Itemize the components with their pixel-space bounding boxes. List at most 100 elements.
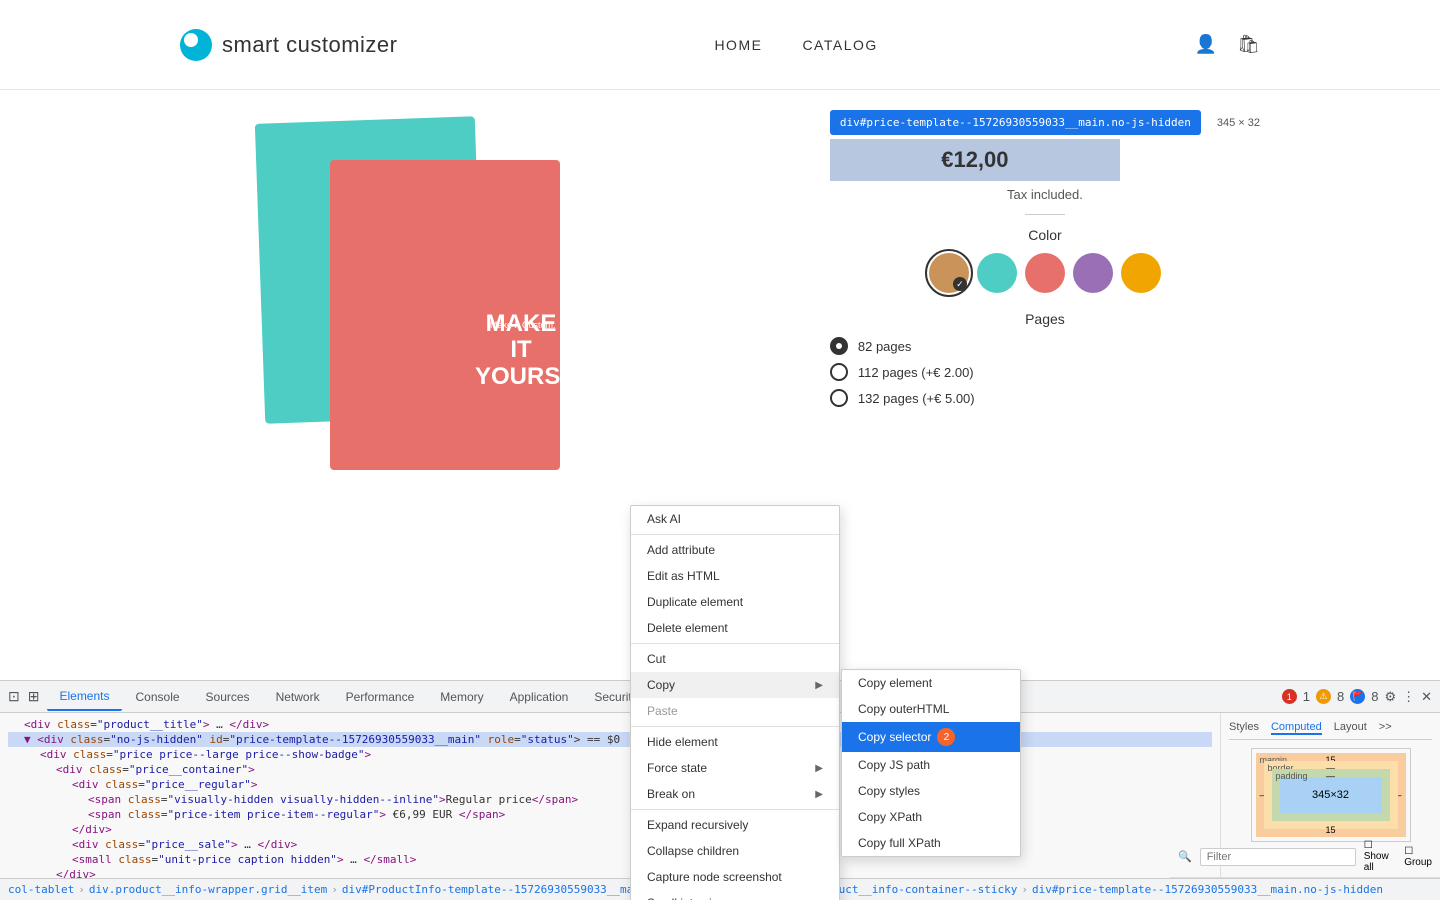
notebook-pink: Make It Custom. MAKE ITYOURS. xyxy=(330,160,560,470)
tab-performance[interactable]: Performance xyxy=(334,684,427,710)
ctx-capture[interactable]: Capture node screenshot xyxy=(631,864,839,890)
ctx-paste: Paste xyxy=(631,698,839,724)
bc-sep-0: › xyxy=(78,883,85,896)
ctx-edit-html[interactable]: Edit as HTML xyxy=(631,563,839,589)
logo[interactable]: smart customizer xyxy=(180,29,397,61)
radio-2[interactable] xyxy=(830,389,848,407)
pages-label: Pages xyxy=(830,311,1260,327)
close-icon[interactable]: ✕ xyxy=(1421,689,1432,705)
bc-3[interactable]: div#price-template--15726930559033__main… xyxy=(1032,883,1383,896)
nav-home[interactable]: HOME xyxy=(714,37,762,53)
copy-selector-badge: 2 xyxy=(937,728,955,746)
product-image-area: Make It Custom. MAKE ITYOURS. xyxy=(200,120,620,520)
sub-copy-outer-html[interactable]: Copy outerHTML xyxy=(842,696,1020,722)
dom-line-8: <div class="price__sale"> … </div> xyxy=(8,837,1212,852)
pages-option-1[interactable]: 112 pages (+€ 2.00) xyxy=(830,363,1260,381)
ctx-duplicate[interactable]: Duplicate element xyxy=(631,589,839,615)
dom-line-7: </div> xyxy=(8,822,1212,837)
error-badge: 1 xyxy=(1282,689,1297,704)
styles-tab[interactable]: Styles xyxy=(1229,721,1259,735)
cart-icon[interactable]: 🛍 xyxy=(1237,34,1260,55)
ctx-scroll[interactable]: Scroll into view xyxy=(631,890,839,900)
ctx-expand[interactable]: Expand recursively xyxy=(631,812,839,838)
sub-copy-js-path[interactable]: Copy JS path xyxy=(842,752,1020,778)
info-badge: 🚩 xyxy=(1350,689,1365,704)
more-icon[interactable]: ⋮ xyxy=(1402,689,1415,705)
tab-memory[interactable]: Memory xyxy=(428,684,495,710)
dom-line-1[interactable]: ▼ <div class="no-js-hidden" id="price-te… xyxy=(8,732,1212,747)
padding-box: padding — 345×32 xyxy=(1272,769,1390,821)
check-icon: ✓ xyxy=(953,277,967,291)
dom-line-9: <small class="unit-price caption hidden"… xyxy=(8,852,1212,867)
ctx-ask-ai[interactable]: Ask AI xyxy=(631,506,839,532)
swatch-pink[interactable] xyxy=(1025,253,1065,293)
tab-application[interactable]: Application xyxy=(498,684,581,710)
copy-arrow: ▶ xyxy=(815,680,823,691)
content-box: 345×32 xyxy=(1280,777,1382,813)
padding-val: — xyxy=(1326,771,1335,781)
tab-network[interactable]: Network xyxy=(264,684,332,710)
user-icon[interactable]: 👤 xyxy=(1195,34,1217,55)
ctx-force-state[interactable]: Force state ▶ xyxy=(631,755,839,781)
box-model: margin 15 — — border — padding — 345×32 xyxy=(1251,748,1411,842)
bc-1[interactable]: div.product__info-wrapper.grid__item xyxy=(89,883,327,896)
notebook-title: MAKE ITYOURS. xyxy=(475,311,567,390)
device-icon[interactable]: ⊞ xyxy=(28,688,40,705)
ctx-sep-1 xyxy=(631,534,839,535)
tab-sources[interactable]: Sources xyxy=(194,684,262,710)
group-checkbox[interactable]: ☐ Group xyxy=(1404,846,1432,868)
radio-1[interactable] xyxy=(830,363,848,381)
pages-option-1-label: 112 pages (+€ 2.00) xyxy=(858,365,974,380)
expand-tab[interactable]: >> xyxy=(1379,721,1392,735)
navigation: smart customizer HOME CATALOG 👤 🛍 xyxy=(0,0,1440,90)
sub-copy-full-xpath[interactable]: Copy full XPath xyxy=(842,830,1020,856)
tab-console[interactable]: Console xyxy=(124,684,192,710)
dom-line-6: <span class="price-item price-item--regu… xyxy=(8,807,1212,822)
error-count: 1 xyxy=(1303,689,1310,704)
ctx-collapse[interactable]: Collapse children xyxy=(631,838,839,864)
tab-elements[interactable]: Elements xyxy=(47,683,121,711)
inspect-icon[interactable]: ⊡ xyxy=(8,688,20,705)
pages-option-0[interactable]: 82 pages xyxy=(830,337,1260,355)
color-section: Color ✓ xyxy=(830,227,1260,293)
devtools-toolbar-icons: 1 1 ⚠ 8 🚩 8 ⚙ ⋮ ✕ xyxy=(1282,689,1432,705)
ctx-cut[interactable]: Cut xyxy=(631,646,839,672)
ctx-break-on[interactable]: Break on ▶ xyxy=(631,781,839,807)
bc-sep-1: › xyxy=(331,883,338,896)
style-tabs: Styles Computed Layout >> xyxy=(1229,721,1432,740)
sub-copy-element[interactable]: Copy element xyxy=(842,670,1020,696)
ctx-add-attribute[interactable]: Add attribute xyxy=(631,537,839,563)
sub-copy-selector[interactable]: Copy selector 2 xyxy=(842,722,1020,752)
dom-line-2: <div class="price price--large price--sh… xyxy=(8,747,1212,762)
filter-input[interactable] xyxy=(1200,848,1356,866)
swatch-orange[interactable] xyxy=(1121,253,1161,293)
price-box: €12,00 xyxy=(830,139,1120,181)
swatch-purple[interactable] xyxy=(1073,253,1113,293)
computed-tab[interactable]: Computed xyxy=(1271,721,1322,735)
copy-submenu: Copy element Copy outerHTML Copy selecto… xyxy=(841,669,1021,857)
swatch-teal[interactable] xyxy=(977,253,1017,293)
ctx-sep-4 xyxy=(631,809,839,810)
dom-line-3: <div class="price__container"> xyxy=(8,762,1212,777)
ctx-hide[interactable]: Hide element xyxy=(631,729,839,755)
sub-copy-styles[interactable]: Copy styles xyxy=(842,778,1020,804)
break-on-arrow: ▶ xyxy=(815,789,823,800)
divider xyxy=(1025,214,1065,215)
layout-tab[interactable]: Layout xyxy=(1334,721,1367,735)
warn-badge: ⚠ xyxy=(1316,689,1331,704)
ctx-sep-3 xyxy=(631,726,839,727)
ctx-copy[interactable]: Copy ▶ xyxy=(631,672,839,698)
nav-links: HOME CATALOG xyxy=(714,37,877,53)
ctx-delete[interactable]: Delete element xyxy=(631,615,839,641)
pages-option-2[interactable]: 132 pages (+€ 5.00) xyxy=(830,389,1260,407)
page-body: Make It Custom. MAKE ITYOURS. div#price-… xyxy=(0,90,1440,900)
sub-copy-xpath[interactable]: Copy XPath xyxy=(842,804,1020,830)
margin-bottom-val: 15 xyxy=(1325,825,1335,835)
pages-section: Pages 82 pages 112 pages (+€ 2.00) 132 p… xyxy=(830,311,1260,407)
nav-catalog[interactable]: CATALOG xyxy=(802,37,877,53)
radio-0[interactable] xyxy=(830,337,848,355)
bc-0[interactable]: col-tablet xyxy=(8,883,74,896)
logo-text: smart customizer xyxy=(222,32,397,58)
show-all-checkbox[interactable]: ☐ Show all xyxy=(1364,840,1397,873)
settings-icon[interactable]: ⚙ xyxy=(1384,689,1396,705)
